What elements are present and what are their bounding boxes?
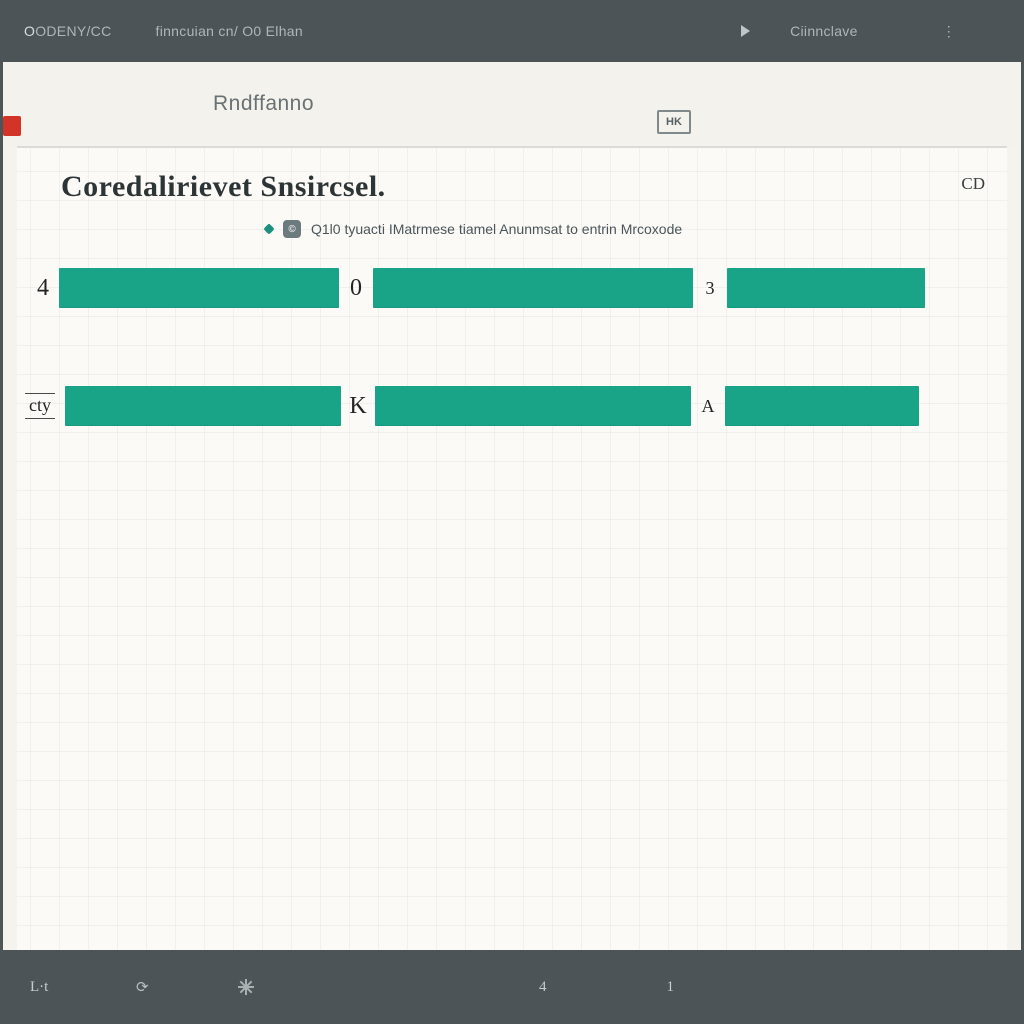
row1-bar-a[interactable]	[59, 268, 339, 308]
row1-bar-c[interactable]	[727, 268, 925, 308]
menu-item-1[interactable]: OODENY/CC	[24, 23, 112, 39]
row1-bar-b[interactable]	[373, 268, 693, 308]
bar-row-1: 4 0 3	[17, 268, 1007, 308]
page-title: Coredalirievet Snsircsel.	[61, 170, 386, 204]
status-bar: L·t ⟳ 4 1	[0, 950, 1024, 1024]
play-icon[interactable]	[741, 25, 750, 37]
row1-mid-label: 0	[339, 275, 373, 302]
menu-item-2-label: finncuian cn/ O0 Elhan	[156, 23, 303, 39]
subheader-badge[interactable]: HK	[657, 110, 691, 134]
row1-end-label: 3	[693, 278, 727, 299]
menu-kebab-icon[interactable]: ⋮	[942, 23, 956, 40]
refresh-icon[interactable]: ⟳	[132, 977, 152, 997]
copyright-badge-icon: ©	[283, 220, 301, 238]
row1-label: 4	[17, 275, 59, 302]
row2-bar-c[interactable]	[725, 386, 919, 426]
menubar: OODENY/CC finncuian cn/ O0 Elhan Ciinncl…	[0, 0, 1024, 62]
row2-bar-b[interactable]	[375, 386, 691, 426]
subheader: Rndffanno HK	[3, 62, 1021, 146]
description-line: © Q1l0 tyuacti IMatrmese tiamel Anunmsat…	[265, 220, 682, 238]
bar-row-2: cty K A	[17, 386, 1007, 426]
row2-bar-a[interactable]	[65, 386, 341, 426]
menu-item-2[interactable]: finncuian cn/ O0 Elhan	[156, 23, 303, 39]
subheader-title: Rndffanno	[213, 92, 314, 116]
content-area: Rndffanno HK Coredalirievet Snsircsel. C…	[3, 62, 1021, 950]
record-indicator-icon[interactable]	[3, 116, 21, 136]
row2-end-label: A	[691, 396, 725, 417]
menu-item-3-label: Ciinnclave	[790, 23, 858, 39]
corner-code: CD	[961, 174, 985, 194]
bullet-icon	[263, 223, 274, 234]
status-left-label: L·t	[30, 979, 48, 996]
settings-star-icon[interactable]	[236, 977, 256, 997]
description-text: Q1l0 tyuacti IMatrmese tiamel Anunmsat t…	[311, 221, 682, 237]
menu-item-1-label: ODENY/CC	[35, 23, 111, 39]
status-value-a: 4	[539, 979, 547, 996]
row2-mid-label: K	[341, 393, 375, 420]
main-panel: Coredalirievet Snsircsel. CD © Q1l0 tyua…	[17, 146, 1007, 950]
row2-label: cty	[25, 393, 55, 419]
menu-item-3[interactable]: Ciinnclave	[790, 23, 858, 39]
status-value-b: 1	[667, 979, 675, 996]
